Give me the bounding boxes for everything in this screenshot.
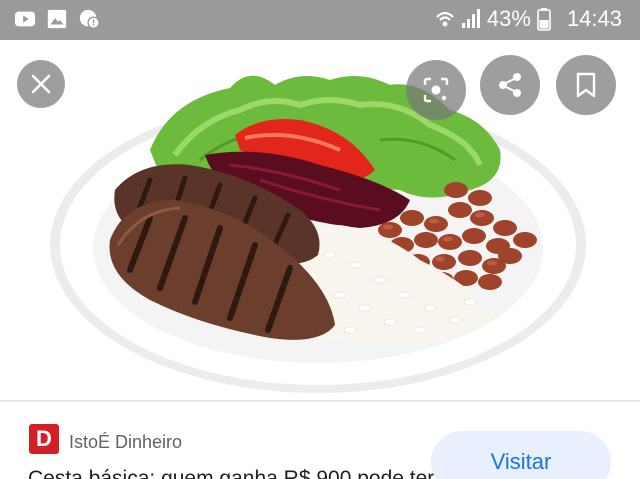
signal-icon (461, 9, 480, 28)
image-icon (47, 9, 67, 29)
bookmark-icon (576, 72, 596, 98)
youtube-icon (14, 11, 36, 27)
battery-percent: 43% (486, 6, 531, 31)
bookmark-button[interactable] (556, 55, 616, 115)
share-icon (499, 73, 521, 97)
result-title[interactable]: Cesta básica: quem ganha R$ 900 pode ter (28, 467, 434, 479)
lens-icon (423, 77, 449, 103)
status-bar: 43% 14:43 (0, 0, 640, 40)
source-name: IstoÉ Dinheiro (69, 432, 183, 452)
image-viewer[interactable] (0, 40, 640, 400)
battery-icon (537, 8, 551, 31)
source-card[interactable]: D IstoÉ Dinheiro Cesta básica: quem ganh… (0, 402, 640, 479)
notification-icons (14, 8, 100, 30)
source-logo: D (29, 424, 59, 454)
close-icon (31, 74, 51, 94)
share-button[interactable] (480, 55, 540, 115)
lens-button[interactable] (406, 60, 466, 120)
wifi-icon (436, 11, 454, 27)
clock: 14:43 (566, 6, 622, 31)
visit-button[interactable]: Visitar (431, 431, 611, 479)
system-status: 43% 14:43 (435, 6, 622, 32)
close-button[interactable] (17, 60, 65, 108)
plate-of-food-image (50, 75, 586, 393)
chat-alert-icon (79, 9, 100, 29)
